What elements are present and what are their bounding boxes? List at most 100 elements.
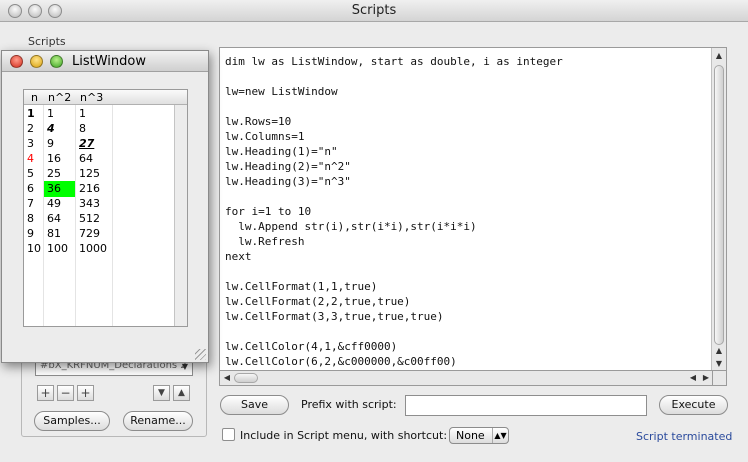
zoom-icon[interactable] xyxy=(50,55,63,68)
list-cell[interactable]: 8 xyxy=(24,211,43,227)
list-cell[interactable]: 4 xyxy=(44,121,75,137)
list-row[interactable]: 10 100 1000 xyxy=(24,241,176,257)
list-window-title: ListWindow xyxy=(72,54,146,69)
list-cell[interactable]: 216 xyxy=(76,181,112,197)
list-cell[interactable]: 9 xyxy=(24,226,43,242)
list-cell[interactable]: 5 xyxy=(24,166,43,182)
list-row[interactable]: 6 36 216 xyxy=(24,181,176,197)
list-cell[interactable]: 10 xyxy=(24,241,43,257)
list-cell[interactable]: 343 xyxy=(76,196,112,212)
code-line[interactable] xyxy=(225,264,713,279)
list-cell[interactable]: 2 xyxy=(24,121,43,137)
shortcut-popup[interactable]: None ▲▼ xyxy=(449,427,509,444)
list-cell[interactable]: 125 xyxy=(76,166,112,182)
list-cell[interactable]: 64 xyxy=(76,151,112,167)
list-row[interactable]: 5 25 125 xyxy=(24,166,176,182)
list-cell[interactable]: 9 xyxy=(44,136,75,152)
list-cell[interactable]: 1000 xyxy=(76,241,112,257)
code-line[interactable]: lw.CellFormat(3,3,true,true,true) xyxy=(225,309,713,324)
scroll-up-icon[interactable]: ▲ xyxy=(712,345,726,357)
code-line[interactable] xyxy=(225,189,713,204)
code-line[interactable] xyxy=(225,69,713,84)
column-header[interactable]: n^2 xyxy=(48,91,71,104)
list-cell[interactable]: 36 xyxy=(44,181,75,197)
scroll-left-icon[interactable]: ◀ xyxy=(686,372,700,384)
code-line[interactable]: lw.CellColor(4,1,&cff0000) xyxy=(225,339,713,354)
list-cell[interactable]: 3 xyxy=(24,136,43,152)
code-line[interactable]: next xyxy=(225,249,713,264)
list-row[interactable]: 8 64 512 xyxy=(24,211,176,227)
list-row[interactable]: 9 81 729 xyxy=(24,226,176,242)
list-row[interactable]: 7 49 343 xyxy=(24,196,176,212)
list-cell[interactable]: 8 xyxy=(76,121,112,137)
list-vertical-scrollbar[interactable] xyxy=(174,105,187,326)
scroll-right-icon[interactable]: ▶ xyxy=(699,372,713,384)
list-window-titlebar[interactable]: ListWindow xyxy=(2,51,208,72)
list-cell[interactable]: 1 xyxy=(44,106,75,122)
scroll-left-icon[interactable]: ◀ xyxy=(220,372,234,384)
vertical-scroll-thumb[interactable] xyxy=(714,65,724,345)
shortcut-value: None xyxy=(456,429,485,442)
rename-button[interactable]: Rename... xyxy=(123,411,193,431)
include-in-menu-checkbox[interactable] xyxy=(222,428,235,441)
close-icon[interactable] xyxy=(10,55,23,68)
code-line[interactable] xyxy=(225,324,713,339)
code-line[interactable]: lw=new ListWindow xyxy=(225,84,713,99)
code-line[interactable]: lw.Heading(2)="n^2" xyxy=(225,159,713,174)
list-cell[interactable]: 49 xyxy=(44,196,75,212)
remove-script-icon[interactable]: − xyxy=(57,385,74,401)
code-line[interactable]: lw.CellColor(6,2,&c000000,&c00ff00) xyxy=(225,354,713,369)
code-line[interactable]: lw.CellFormat(2,2,true,true) xyxy=(225,294,713,309)
script-editor[interactable]: dim lw as ListWindow, start as double, i… xyxy=(219,47,727,371)
list-cell[interactable]: 1 xyxy=(76,106,112,122)
list-cell[interactable]: 64 xyxy=(44,211,75,227)
list-cell[interactable]: 81 xyxy=(44,226,75,242)
list-row[interactable]: 3 9 27 xyxy=(24,136,176,152)
code-line[interactable]: for i=1 to 10 xyxy=(225,204,713,219)
resize-grip-icon[interactable] xyxy=(195,349,206,360)
list-cell[interactable]: 4 xyxy=(24,151,43,167)
scroll-corner xyxy=(713,371,727,386)
code-text[interactable]: dim lw as ListWindow, start as double, i… xyxy=(225,54,713,369)
add-folder-icon[interactable]: + xyxy=(77,385,94,401)
list-cell[interactable]: 7 xyxy=(24,196,43,212)
list-cell[interactable]: 27 xyxy=(76,136,112,152)
list-table[interactable]: n n^2 n^3 1 1 1 2 4 8 3 9 27 4 16 64 5 25 125 6 36 216 7 49… xyxy=(23,89,188,327)
code-line[interactable]: lw.Heading(3)="n^3" xyxy=(225,174,713,189)
code-line[interactable]: lw.Rows=10 xyxy=(225,114,713,129)
execute-button[interactable]: Execute xyxy=(659,395,728,415)
code-line[interactable]: dim lw as ListWindow, start as double, i… xyxy=(225,54,713,69)
add-script-icon[interactable]: + xyxy=(37,385,54,401)
code-line[interactable] xyxy=(225,99,713,114)
scroll-up-icon[interactable]: ▲ xyxy=(712,50,726,62)
list-row[interactable]: 4 16 64 xyxy=(24,151,176,167)
minimize-icon[interactable] xyxy=(30,55,43,68)
samples-button[interactable]: Samples... xyxy=(34,411,110,431)
horizontal-scroll-thumb[interactable] xyxy=(234,373,258,383)
save-button[interactable]: Save xyxy=(220,395,289,415)
code-line[interactable]: lw.CellFormat(1,1,true) xyxy=(225,279,713,294)
list-row[interactable]: 111 xyxy=(24,106,176,122)
code-line[interactable]: lw.Refresh xyxy=(225,234,713,249)
list-cell[interactable]: 1 xyxy=(24,106,43,122)
list-cell[interactable]: 6 xyxy=(24,181,43,197)
editor-vertical-scrollbar[interactable]: ▲ ▲ ▼ xyxy=(711,48,726,370)
list-cell[interactable]: 16 xyxy=(44,151,75,167)
code-line[interactable]: lw.Append str(i),str(i*i),str(i*i*i) xyxy=(225,219,713,234)
editor-horizontal-scrollbar[interactable]: ◀ ◀ ▶ xyxy=(219,371,713,386)
column-header[interactable]: n^3 xyxy=(80,91,103,104)
move-up-icon[interactable]: ▲ xyxy=(173,385,190,401)
list-window[interactable]: ListWindow n n^2 n^3 1 1 1 2 4 8 3 9 27 4 16 64 5 25 1… xyxy=(1,50,209,363)
code-line[interactable]: lw.Columns=1 xyxy=(225,129,713,144)
prefix-input[interactable] xyxy=(405,395,647,416)
scroll-down-icon[interactable]: ▼ xyxy=(712,358,726,370)
list-row[interactable]: 248 xyxy=(24,121,176,137)
move-down-icon[interactable]: ▼ xyxy=(153,385,170,401)
column-header[interactable]: n xyxy=(31,91,38,104)
include-label: Include in Script menu, with shortcut: xyxy=(240,429,448,442)
list-cell[interactable]: 729 xyxy=(76,226,112,242)
list-cell[interactable]: 512 xyxy=(76,211,112,227)
code-line[interactable]: lw.Heading(1)="n" xyxy=(225,144,713,159)
list-cell[interactable]: 100 xyxy=(44,241,75,257)
list-cell[interactable]: 25 xyxy=(44,166,75,182)
